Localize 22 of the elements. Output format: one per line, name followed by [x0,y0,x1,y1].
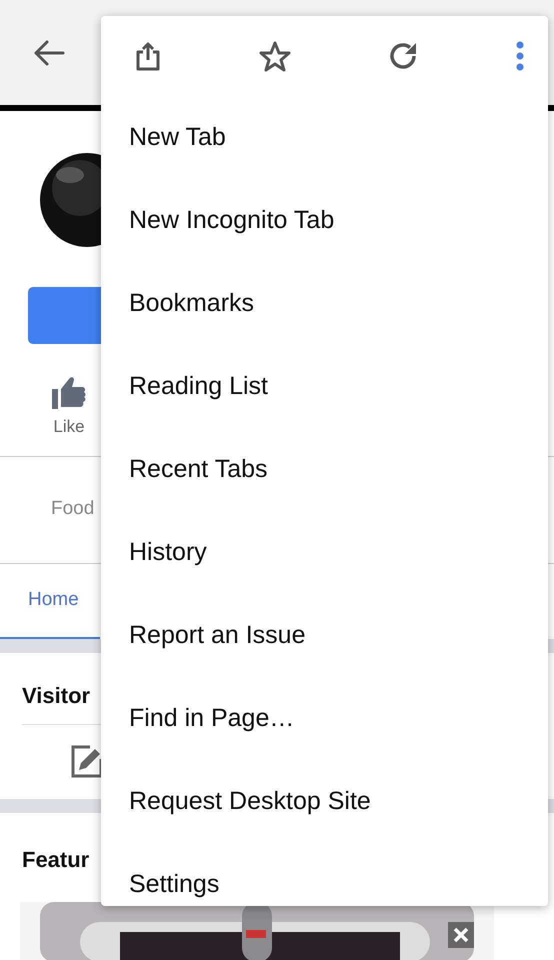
section-heading: Visitor [22,682,90,708]
share-icon[interactable] [135,41,161,71]
menu-item[interactable]: Find in Page… [129,706,294,731]
menu-item[interactable]: Reading List [129,374,268,399]
menu-item[interactable]: Settings [129,872,220,897]
like-label: Like [53,416,85,438]
reload-icon[interactable] [388,41,418,71]
menu-item[interactable]: Bookmarks [129,291,254,316]
close-button[interactable] [448,922,474,948]
menu-item[interactable]: Report an Issue [129,623,306,648]
category-text: Food [51,497,94,522]
menu-item[interactable]: History [129,540,207,565]
menu-item[interactable]: New Tab [129,125,226,150]
more-icon[interactable] [516,41,524,71]
star-icon[interactable] [258,40,291,72]
edit-icon[interactable] [70,744,104,778]
section-heading: Featur [22,846,90,872]
menu-item[interactable]: Recent Tabs [129,457,268,482]
thumbs-up-icon[interactable] [51,374,87,410]
menu-item[interactable]: New Incognito Tab [129,208,334,233]
back-icon[interactable] [33,38,65,66]
menu-item[interactable]: Request Desktop Site [129,789,371,814]
